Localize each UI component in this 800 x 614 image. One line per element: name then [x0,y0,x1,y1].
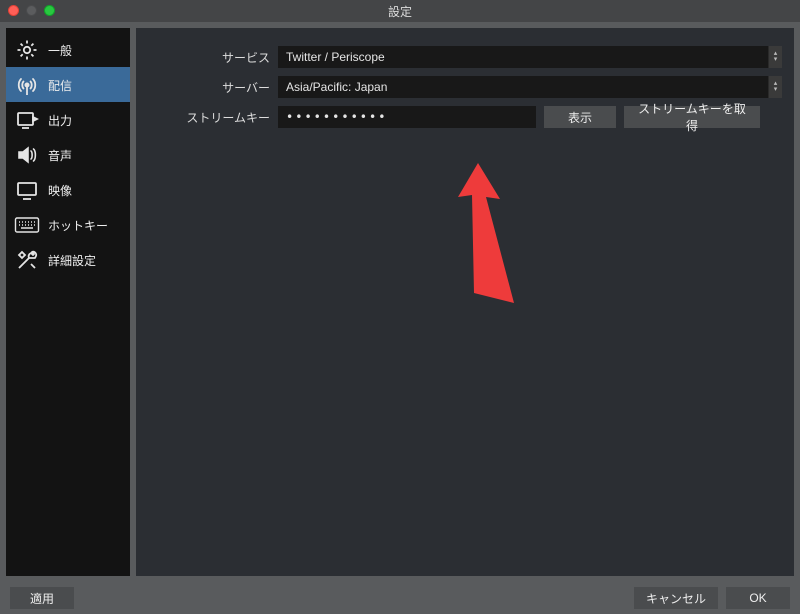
sidebar-item-label: 音声 [48,147,72,164]
window-title: 設定 [388,3,412,20]
close-icon[interactable] [8,5,19,16]
sidebar-item-label: ホットキー [48,217,108,234]
sidebar-item-label: 詳細設定 [48,252,96,269]
ok-button[interactable]: OK [726,587,790,609]
sidebar-item-general[interactable]: 一般 [6,32,130,67]
sidebar: 一般 配信 出力 [6,28,130,576]
label-server: サーバー [136,79,278,96]
sidebar-item-advanced[interactable]: 詳細設定 [6,242,130,277]
footer: 適用 キャンセル OK [0,582,800,614]
antenna-icon [14,72,40,98]
output-icon [14,107,40,133]
select-service-value: Twitter / Periscope [286,50,385,64]
window-controls [8,5,55,16]
sidebar-item-hotkeys[interactable]: ホットキー [6,207,130,242]
row-server: サーバー Asia/Pacific: Japan ▴▾ [136,76,782,98]
select-server[interactable]: Asia/Pacific: Japan ▴▾ [278,76,782,98]
apply-button[interactable]: 適用 [10,587,74,609]
monitor-icon [14,177,40,203]
sidebar-item-video[interactable]: 映像 [6,172,130,207]
sidebar-item-label: 配信 [48,77,72,94]
select-service[interactable]: Twitter / Periscope ▴▾ [278,46,782,68]
get-stream-key-button[interactable]: ストリームキーを取得 [624,106,760,128]
titlebar: 設定 [0,0,800,22]
row-stream-key: ストリームキー ••••••••••• 表示 ストリームキーを取得 [136,106,782,128]
show-button[interactable]: 表示 [544,106,616,128]
maximize-icon[interactable] [44,5,55,16]
main-panel: サービス Twitter / Periscope ▴▾ サーバー Asia/Pa… [136,28,794,576]
sidebar-item-output[interactable]: 出力 [6,102,130,137]
tools-icon [14,247,40,273]
chevron-updown-icon: ▴▾ [768,76,782,98]
speaker-icon [14,142,40,168]
sidebar-item-label: 一般 [48,42,72,59]
input-stream-key[interactable]: ••••••••••• [278,106,536,128]
sidebar-item-label: 映像 [48,182,72,199]
sidebar-item-stream[interactable]: 配信 [6,67,130,102]
label-service: サービス [136,49,278,66]
select-server-value: Asia/Pacific: Japan [286,80,387,94]
minimize-icon [26,5,37,16]
sidebar-item-audio[interactable]: 音声 [6,137,130,172]
cancel-button[interactable]: キャンセル [634,587,718,609]
annotation-arrow-icon [456,163,546,323]
keyboard-icon [14,212,40,238]
sidebar-item-label: 出力 [48,112,72,129]
row-service: サービス Twitter / Periscope ▴▾ [136,46,782,68]
chevron-updown-icon: ▴▾ [768,46,782,68]
gear-icon [14,37,40,63]
label-stream-key: ストリームキー [136,109,278,126]
